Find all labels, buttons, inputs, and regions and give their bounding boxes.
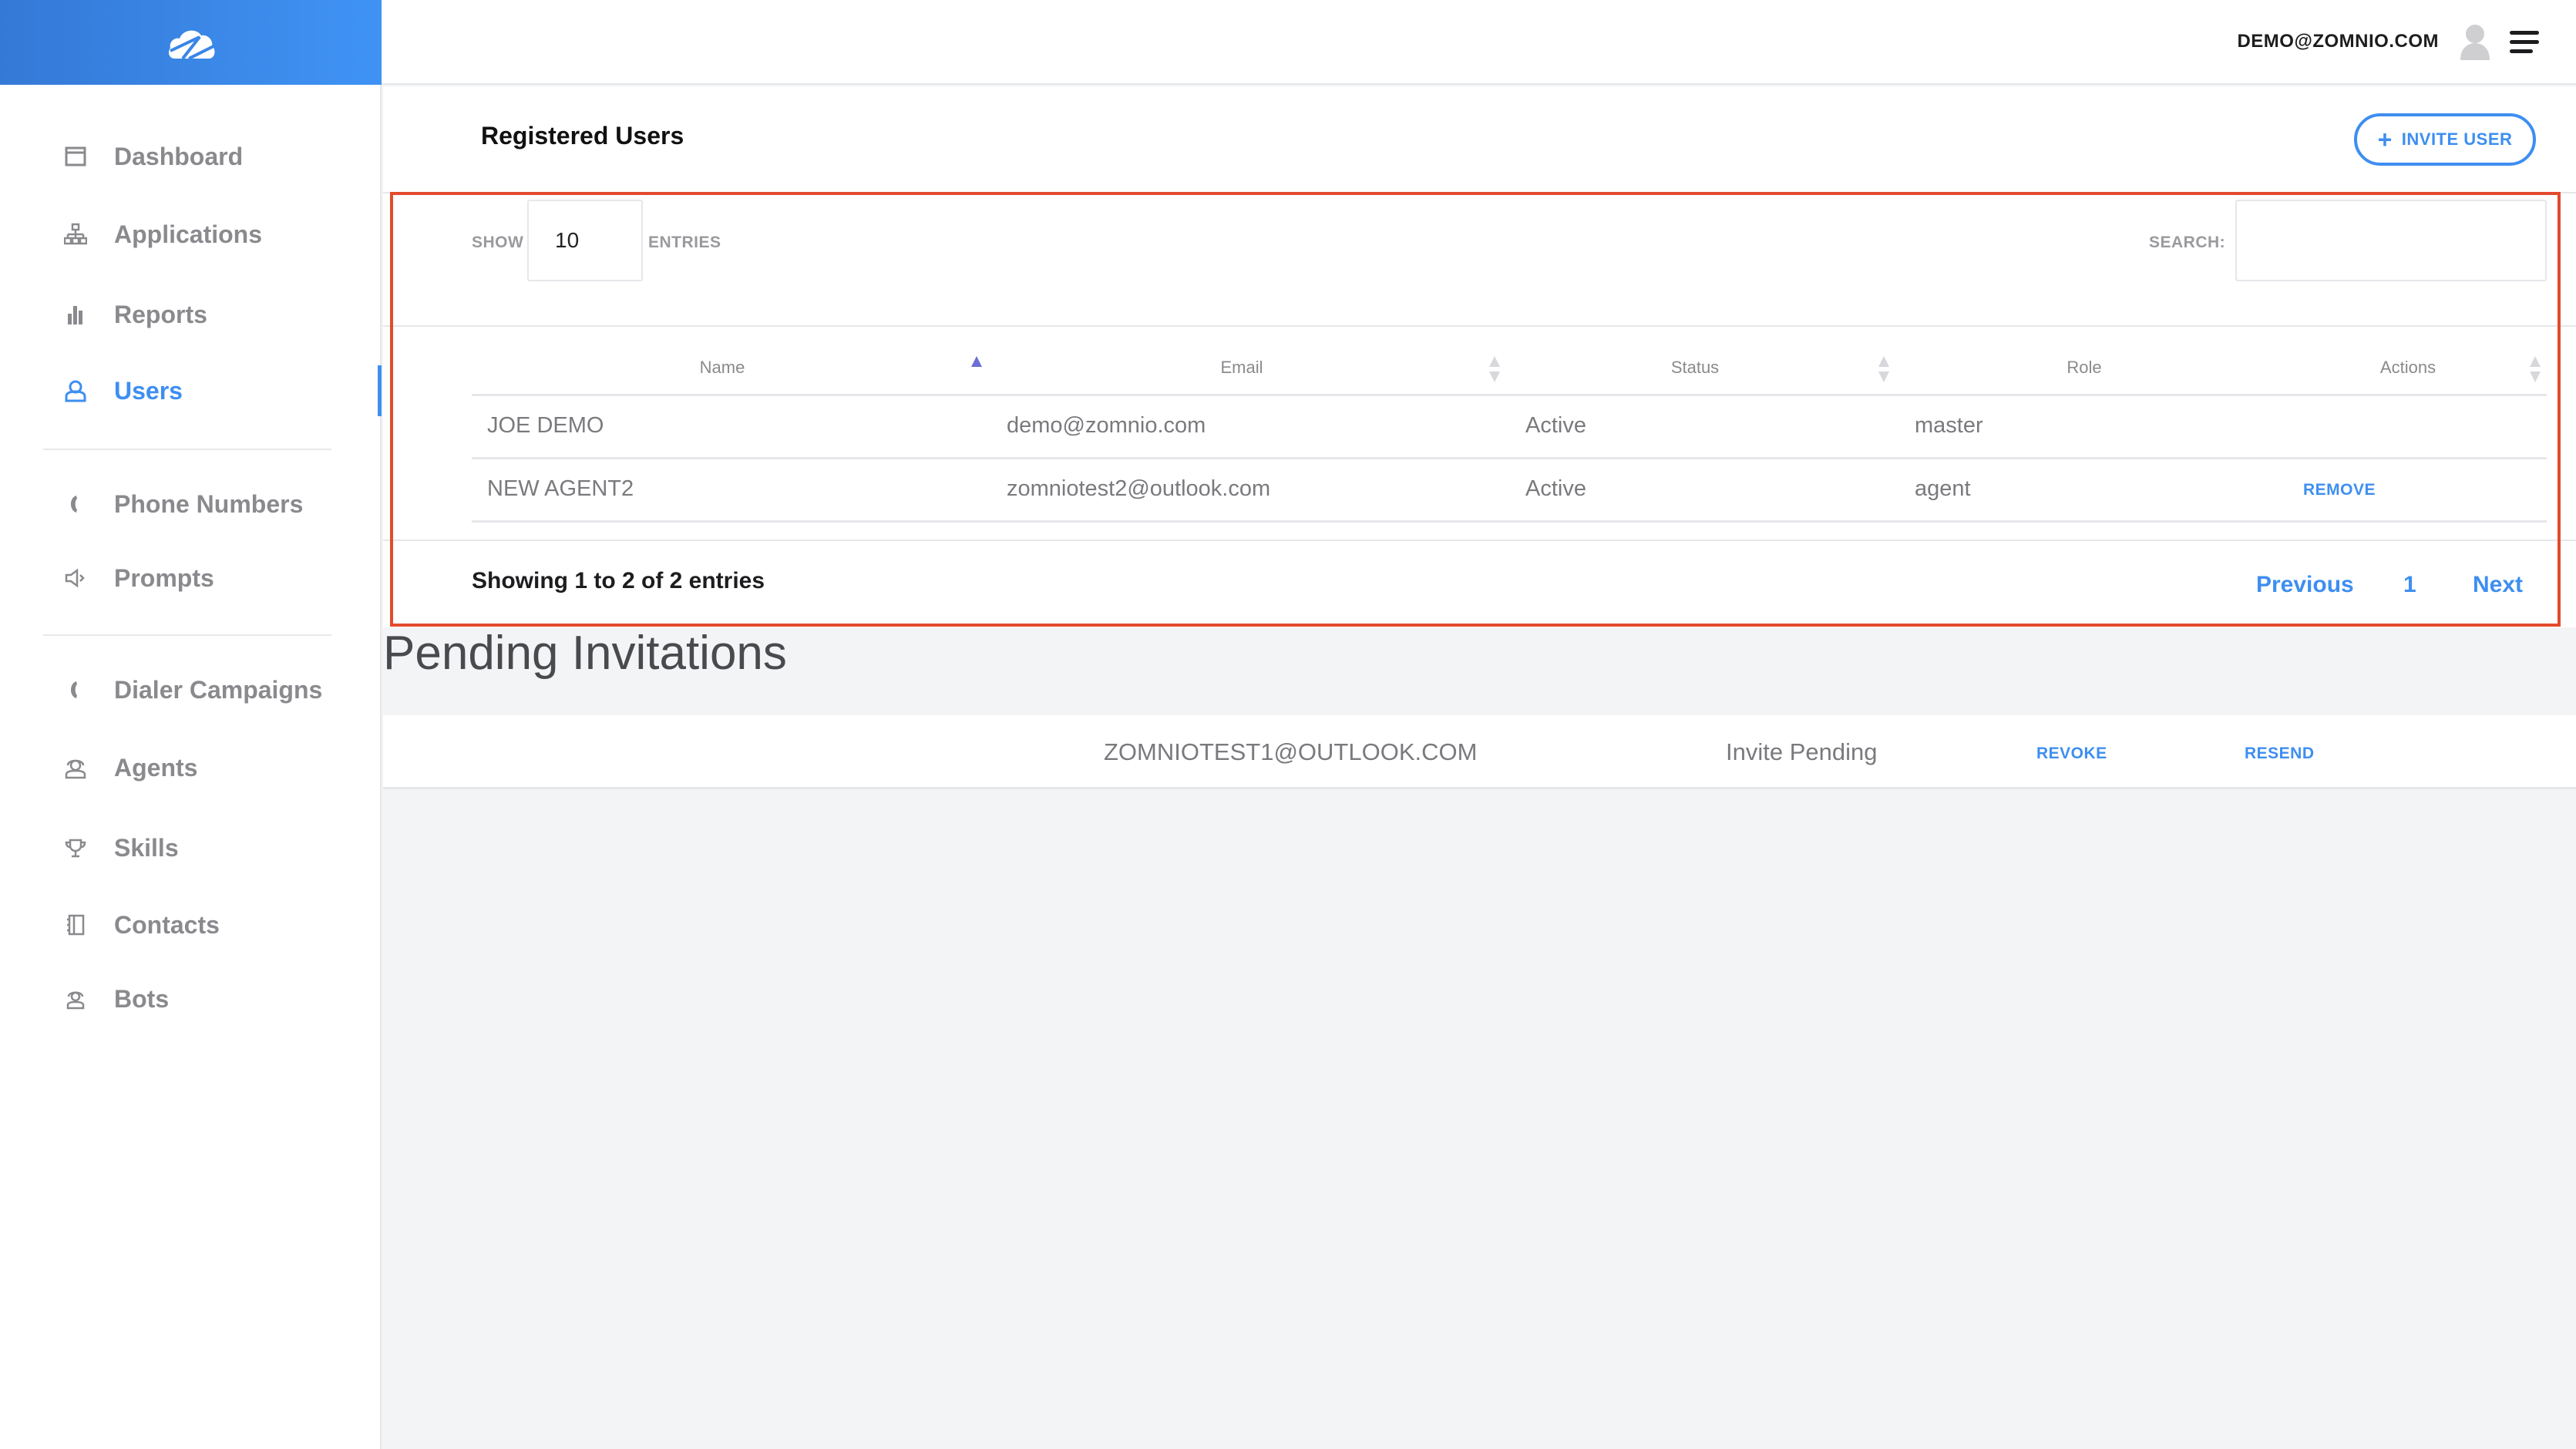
- pending-invitation-row: ZOMNIOTEST1@OUTLOOK.COM Invite Pending R…: [383, 715, 2576, 789]
- user-email[interactable]: DEMO@ZOMNIO.COM: [2237, 31, 2439, 52]
- user-icon: [60, 377, 91, 405]
- sidebar-item-label: Contacts: [114, 910, 220, 939]
- phone-icon: [60, 490, 91, 518]
- speaker-icon: [60, 564, 91, 592]
- hamburger-menu-icon[interactable]: [2510, 31, 2539, 54]
- cell-role: agent: [1915, 476, 1971, 501]
- cell-email: demo@zomnio.com: [1007, 413, 1206, 438]
- cloud-logo-icon: [168, 30, 214, 60]
- card-divider: [383, 192, 2576, 193]
- footer-divider: [383, 540, 2576, 541]
- sidebar-item-label: Bots: [114, 984, 170, 1013]
- search-label: SEARCH:: [2149, 234, 2226, 251]
- column-header-actions[interactable]: Actions: [2380, 358, 2436, 378]
- cell-status: Active: [1525, 476, 1586, 501]
- sidebar-item-users[interactable]: Users: [60, 368, 183, 414]
- sidebar-item-skills[interactable]: Skills: [60, 825, 179, 871]
- invite-status: Invite Pending: [1726, 738, 1878, 765]
- sidebar-item-label: Skills: [114, 833, 179, 862]
- sort-ascending-icon[interactable]: [971, 356, 982, 382]
- toolbar-divider: [383, 325, 2576, 327]
- cell-name: NEW AGENT2: [487, 476, 634, 501]
- show-label: SHOW: [472, 234, 524, 251]
- pagination-next[interactable]: Next: [2473, 572, 2523, 598]
- dashboard-icon: [60, 143, 91, 170]
- sidebar-divider: [43, 449, 331, 450]
- sidebar-item-contacts[interactable]: Contacts: [60, 902, 220, 948]
- column-header-status[interactable]: Status: [1671, 358, 1719, 378]
- sidebar-item-label: Phone Numbers: [114, 489, 304, 518]
- sidebar-item-dialer-campaigns[interactable]: Dialer Campaigns: [60, 667, 322, 713]
- sort-icon[interactable]: [2530, 356, 2541, 382]
- address-book-icon: [60, 911, 91, 939]
- sort-icon[interactable]: [1878, 356, 1889, 382]
- pagination-previous[interactable]: Previous: [2256, 572, 2354, 598]
- cell-role: master: [1915, 413, 1983, 438]
- invite-email: ZOMNIOTEST1@OUTLOOK.COM: [1104, 738, 1478, 765]
- cell-email: zomniotest2@outlook.com: [1007, 476, 1271, 501]
- remove-user-link[interactable]: REMOVE: [2303, 481, 2376, 499]
- bot-icon: [60, 985, 91, 1013]
- entries-label: ENTRIES: [648, 234, 721, 251]
- invite-user-button[interactable]: + INVITE USER: [2354, 113, 2536, 166]
- phone-icon: [60, 676, 91, 704]
- cell-name: JOE DEMO: [487, 413, 604, 438]
- sidebar-item-label: Dialer Campaigns: [114, 675, 323, 704]
- resend-invite-link[interactable]: RESEND: [2245, 745, 2315, 763]
- headset-agent-icon: [60, 754, 91, 782]
- brand-logo[interactable]: [0, 0, 382, 85]
- sidebar-item-label: Agents: [114, 753, 198, 782]
- pending-invitations-title: Pending Invitations: [383, 627, 787, 680]
- sidebar-item-label: Dashboard: [114, 142, 244, 170]
- table-header: Name Email Status Role Actions: [472, 347, 2547, 396]
- page-title: Registered Users: [481, 122, 684, 150]
- top-bar: DEMO@ZOMNIO.COM: [382, 0, 2576, 85]
- sidebar-item-label: Users: [114, 376, 183, 405]
- sidebar-item-label: Reports: [114, 300, 207, 328]
- column-header-email[interactable]: Email: [1220, 358, 1263, 378]
- sidebar-item-prompts[interactable]: Prompts: [60, 555, 214, 601]
- sidebar-item-reports[interactable]: Reports: [60, 291, 207, 338]
- sitemap-icon: [60, 220, 91, 248]
- invite-user-label: INVITE USER: [2401, 129, 2513, 149]
- sidebar: Dashboard Applications Reports Users Pho…: [0, 85, 382, 1449]
- sort-icon[interactable]: [1489, 356, 1500, 382]
- sidebar-divider: [43, 634, 331, 636]
- pagination-page-1[interactable]: 1: [2403, 572, 2416, 598]
- table-row: JOE DEMO demo@zomnio.com Active master: [472, 396, 2547, 459]
- table-info: Showing 1 to 2 of 2 entries: [472, 568, 765, 593]
- revoke-invite-link[interactable]: REVOKE: [2036, 745, 2107, 763]
- user-avatar-icon[interactable]: [2459, 23, 2491, 60]
- sidebar-item-dashboard[interactable]: Dashboard: [60, 133, 243, 180]
- column-header-role[interactable]: Role: [2067, 358, 2101, 378]
- plus-icon: +: [2377, 126, 2393, 153]
- sidebar-item-label: Applications: [114, 220, 263, 248]
- sidebar-item-phone-numbers[interactable]: Phone Numbers: [60, 481, 303, 527]
- sidebar-item-label: Prompts: [114, 563, 214, 592]
- sidebar-item-applications[interactable]: Applications: [60, 211, 262, 257]
- table-row: NEW AGENT2 zomniotest2@outlook.com Activ…: [472, 459, 2547, 523]
- bar-chart-icon: [60, 301, 91, 328]
- page-length-input[interactable]: [527, 200, 643, 281]
- cell-status: Active: [1525, 413, 1586, 438]
- sidebar-item-agents[interactable]: Agents: [60, 745, 197, 791]
- sidebar-item-bots[interactable]: Bots: [60, 976, 169, 1022]
- trophy-icon: [60, 834, 91, 862]
- active-indicator: [378, 365, 382, 416]
- column-header-name[interactable]: Name: [700, 358, 745, 378]
- search-input[interactable]: [2235, 200, 2547, 281]
